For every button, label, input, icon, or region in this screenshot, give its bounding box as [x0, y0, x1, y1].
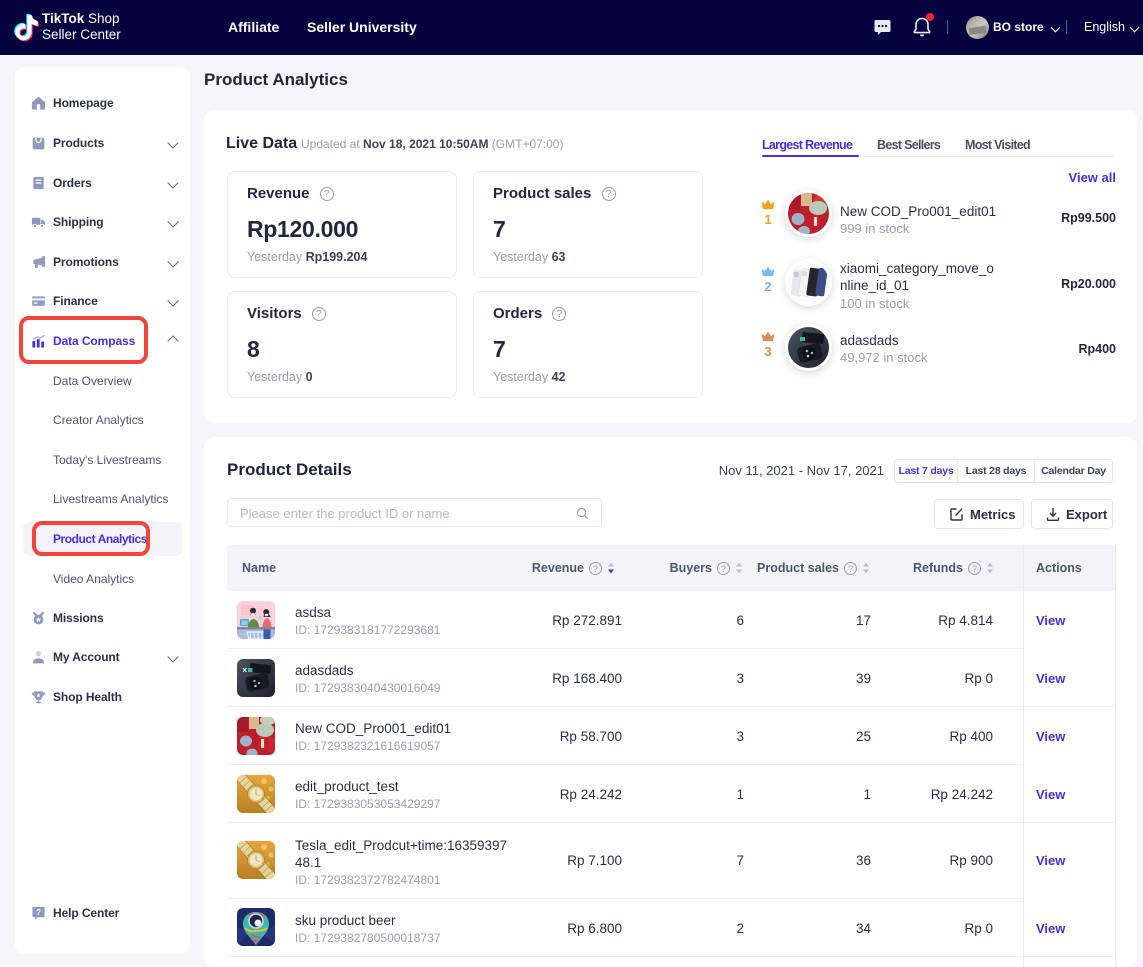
svg-text:?: ? [36, 908, 41, 917]
